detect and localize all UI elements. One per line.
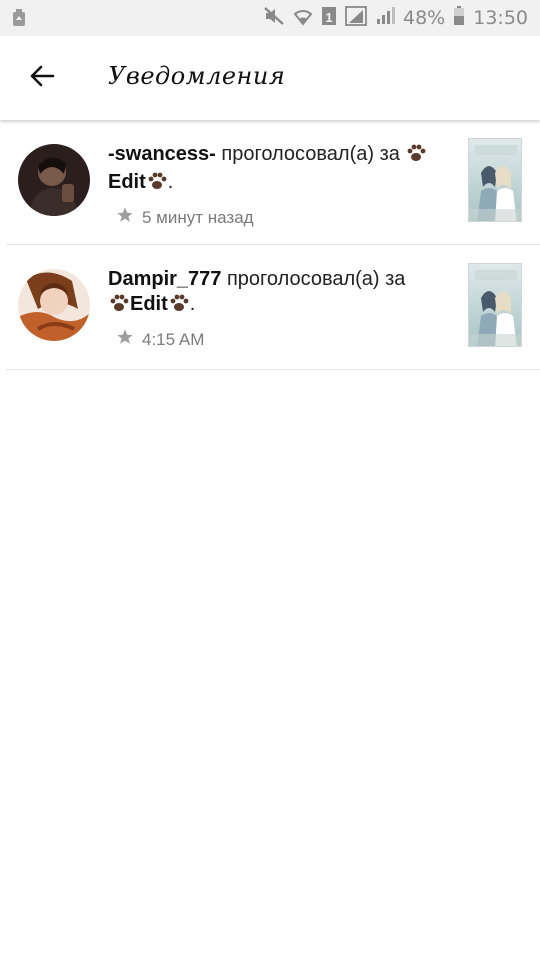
avatar[interactable] [18,269,90,341]
paw-icon [146,171,168,198]
timestamp: 4:15 AM [142,329,205,349]
status-bar: 1 48% 13:50 [0,0,540,36]
username-link[interactable]: Dampir_777 [108,268,221,290]
username-link[interactable]: -swancess- [108,143,216,165]
app-bar: Уведомления [0,36,540,120]
svg-text:1: 1 [325,10,332,25]
star-icon [116,328,134,351]
battery-percent: 48% [403,7,446,29]
recycle-icon [12,9,26,27]
notification-meta: 4:15 AM [116,328,453,351]
paw-icon [108,293,130,320]
timestamp: 5 минут назад [142,207,254,227]
signal-icon [375,6,395,31]
punctuation: . [189,293,196,315]
wifi-icon [293,6,313,31]
notification-item[interactable]: -swancess- проголосовал(а) за Edit. 5 ми… [6,120,540,245]
story-cover-thumbnail[interactable] [468,263,522,347]
notification-text: -swancess- проголосовал(а) за Edit. [108,142,453,198]
story-cover-thumbnail[interactable] [468,138,522,222]
paw-icon [405,143,427,170]
avatar[interactable] [18,144,90,216]
punctuation: . [167,171,174,193]
target-link[interactable]: Edit [130,293,168,315]
notification-content: -swancess- проголосовал(а) за Edit. 5 ми… [108,142,453,229]
notification-text: Dampir_777 проголосовал(а) за Edit. [108,267,453,320]
mute-icon [263,6,285,31]
notification-list: -swancess- проголосовал(а) за Edit. 5 ми… [0,120,540,370]
action-text: проголосовал(а) за [221,268,406,290]
notification-content: Dampir_777 проголосовал(а) за Edit. 4:15… [108,267,453,351]
target-link[interactable]: Edit [108,171,146,193]
battery-icon [453,5,465,31]
arrow-left-icon [29,64,55,93]
page-title: Уведомления [108,62,286,90]
star-icon [116,206,134,229]
notification-meta: 5 минут назад [116,206,453,229]
clock: 13:50 [473,7,528,29]
back-button[interactable] [22,58,62,98]
action-text: проголосовал(а) за [215,143,406,165]
signal-icon [345,5,367,31]
notification-item[interactable]: Dampir_777 проголосовал(а) за Edit. 4:15… [6,245,540,370]
paw-icon [168,293,190,320]
sim-1-icon: 1 [321,6,337,31]
